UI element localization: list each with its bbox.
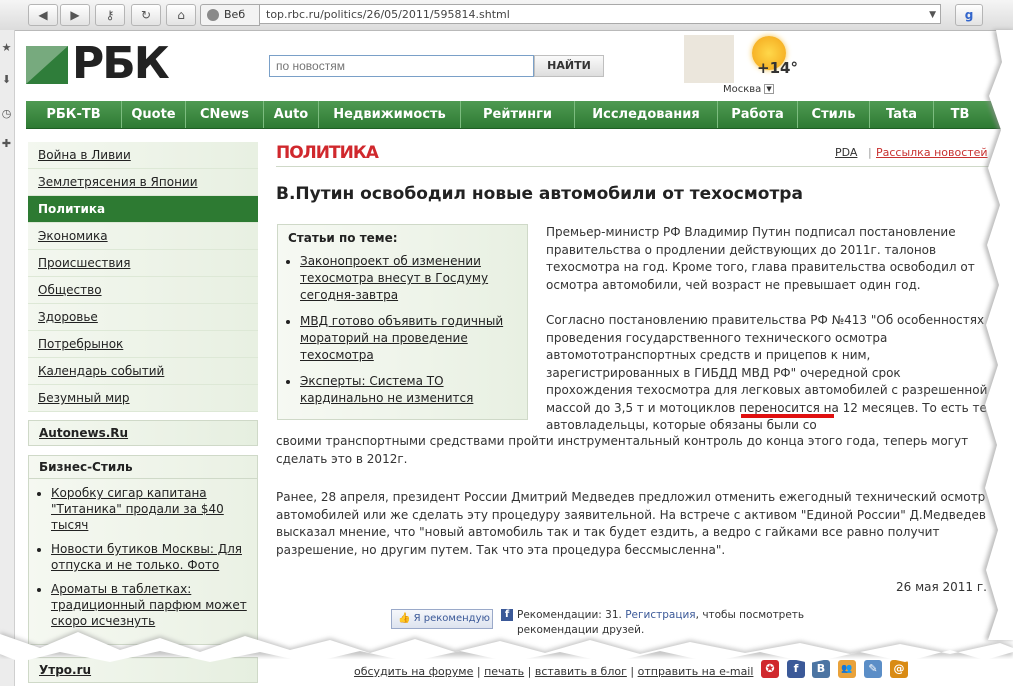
torn-edge-overlay: [0, 30, 1013, 663]
torn-right-gap: [985, 30, 1013, 640]
torn-bottom-gap: [0, 632, 1013, 663]
